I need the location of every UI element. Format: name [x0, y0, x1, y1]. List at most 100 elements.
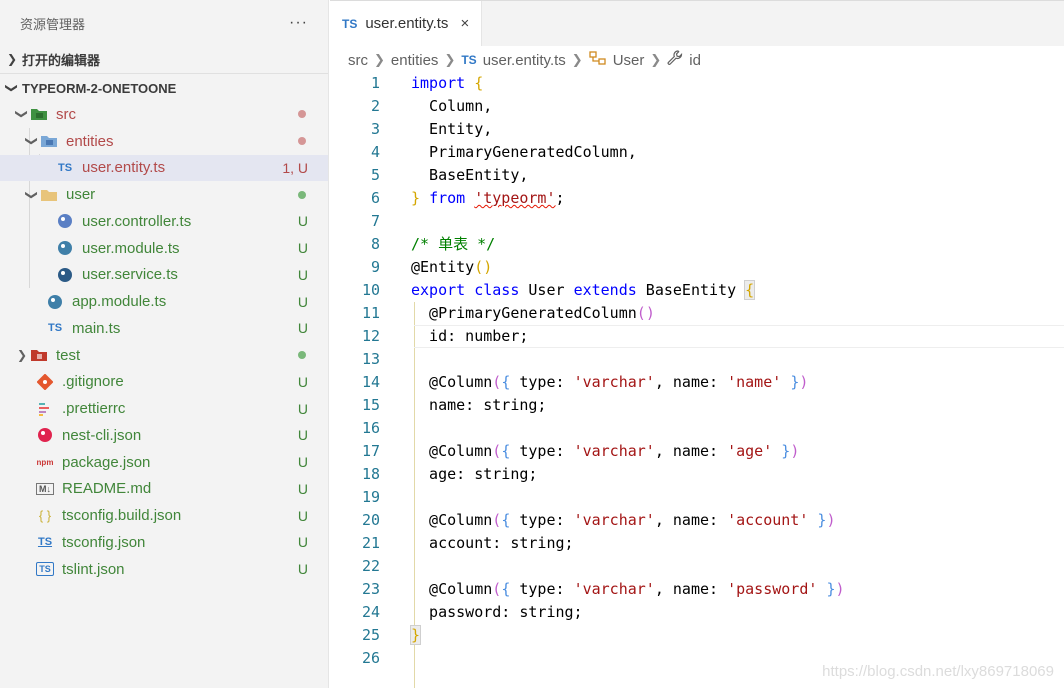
- more-actions-icon[interactable]: ···: [289, 14, 308, 32]
- tree-file-tslint[interactable]: TS tslint.json U: [0, 556, 328, 583]
- watermark: https://blog.csdn.net/lxy869718069: [822, 663, 1054, 680]
- code-line[interactable]: 12 id: number;: [330, 325, 1064, 348]
- tree-folder-user[interactable]: ❯ user: [0, 181, 328, 208]
- breadcrumb-entities[interactable]: entities: [391, 52, 439, 69]
- npm-icon: npm: [36, 457, 54, 467]
- line-number: 1: [370, 74, 380, 92]
- code-line[interactable]: 22: [330, 555, 1064, 578]
- tree-file-tsconfig-build[interactable]: { } tsconfig.build.json U: [0, 502, 328, 529]
- line-number: 13: [361, 350, 380, 368]
- breadcrumb-property[interactable]: id: [689, 52, 701, 69]
- open-editors-section[interactable]: ❯ 打开的编辑器: [0, 46, 328, 72]
- line-number: 14: [361, 373, 380, 391]
- tree-item-label: user: [66, 186, 96, 204]
- tree-file-gitignore[interactable]: .gitignore U: [0, 369, 328, 396]
- code-line[interactable]: 13: [330, 348, 1064, 371]
- tree-folder-test[interactable]: ❯ test: [0, 342, 328, 369]
- chevron-down-icon: ❯: [5, 82, 19, 94]
- status-dot: [298, 137, 306, 146]
- typescript-icon: TS: [47, 322, 63, 335]
- tree-item-label: src: [56, 105, 76, 123]
- file-tree: ❯ src ❯ entities TS user.entity.ts 1, U …: [0, 101, 328, 583]
- git-icon: [36, 373, 54, 391]
- chevron-down-icon: ❯: [25, 136, 39, 147]
- code-line[interactable]: 20 @Column({ type: 'varchar', name: 'acc…: [330, 509, 1064, 532]
- code-line[interactable]: 24 password: string;: [330, 601, 1064, 624]
- code-line[interactable]: 14 @Column({ type: 'varchar', name: 'nam…: [330, 371, 1064, 394]
- code-line[interactable]: 8 /* 单表 */: [330, 233, 1064, 256]
- tree-file-package-json[interactable]: npm package.json U: [0, 449, 328, 476]
- chevron-down-icon: ❯: [15, 109, 29, 120]
- status-badge: U: [297, 480, 308, 497]
- breadcrumb-src[interactable]: src: [348, 52, 368, 69]
- status-badge: U: [297, 561, 308, 578]
- line-number: 19: [361, 488, 380, 506]
- tree-file-user-entity[interactable]: TS user.entity.ts 1, U: [0, 154, 328, 182]
- code-line[interactable]: 10 export class User extends BaseEntity {: [330, 279, 1064, 302]
- code-text: /* 单表 */: [411, 235, 496, 253]
- tree-item-label: user.entity.ts: [82, 159, 166, 177]
- editor-area: TS user.entity.ts × src ❯ entities ❯ TS …: [330, 0, 1064, 688]
- breadcrumb-class[interactable]: User: [613, 52, 645, 69]
- status-dot: [298, 351, 306, 360]
- code-line[interactable]: 15 name: string;: [330, 394, 1064, 417]
- code-text: age: string;: [411, 465, 538, 483]
- line-number: 11: [361, 304, 380, 322]
- code-editor[interactable]: 1 import {2 Column, 3 Entity, 4 PrimaryGene…: [330, 72, 1064, 688]
- nest-service-icon: [56, 266, 74, 284]
- code-line[interactable]: 18 age: string;: [330, 463, 1064, 486]
- code-line[interactable]: 19: [330, 486, 1064, 509]
- code-line[interactable]: 23 @Column({ type: 'varchar', name: 'pas…: [330, 578, 1064, 601]
- code-line[interactable]: 3 Entity,: [330, 118, 1064, 141]
- code-line[interactable]: 9 @Entity(): [330, 256, 1064, 279]
- tree-file-user-service[interactable]: user.service.ts U: [0, 262, 328, 289]
- code-text: @Column({ type: 'varchar', name: 'age' }…: [411, 442, 800, 460]
- code-line[interactable]: 7: [330, 210, 1064, 233]
- chevron-right-icon: ❯: [650, 52, 662, 67]
- folder-test-icon: [30, 346, 48, 364]
- code-line[interactable]: 11 @PrimaryGeneratedColumn(): [330, 302, 1064, 325]
- code-text: password: string;: [411, 603, 583, 621]
- code-text: export class User extends BaseEntity {: [411, 280, 756, 300]
- tab-user-entity[interactable]: TS user.entity.ts ×: [330, 1, 483, 46]
- code-line[interactable]: 21 account: string;: [330, 532, 1064, 555]
- tsconfig-icon: TS: [37, 536, 53, 549]
- line-number: 15: [361, 396, 380, 414]
- status-badge: U: [297, 293, 308, 310]
- line-number: 3: [370, 120, 380, 138]
- tree-file-user-controller[interactable]: user.controller.ts U: [0, 208, 328, 235]
- code-line[interactable]: 25}: [330, 624, 1064, 647]
- code-line[interactable]: 17 @Column({ type: 'varchar', name: 'age…: [330, 440, 1064, 463]
- project-section[interactable]: ❯ TYPEORM-2-ONETOONE: [0, 75, 328, 101]
- line-number: 18: [361, 465, 380, 483]
- code-line[interactable]: 6} from 'typeorm';: [330, 187, 1064, 210]
- tree-file-main[interactable]: TS main.ts U: [0, 315, 328, 342]
- code-line[interactable]: 4 PrimaryGeneratedColumn,: [330, 141, 1064, 164]
- explorer-header: 资源管理器 ···: [0, 0, 328, 46]
- code-text: id: number;: [411, 327, 529, 345]
- tree-file-prettierrc[interactable]: .prettierrc U: [0, 395, 328, 422]
- code-text: @Column({ type: 'varchar', name: 'name' …: [411, 373, 809, 391]
- code-line[interactable]: 16: [330, 417, 1064, 440]
- line-number: 26: [361, 649, 380, 667]
- tslint-icon: TS: [36, 562, 54, 577]
- code-line[interactable]: 1 import {: [330, 72, 1064, 95]
- tree-file-readme[interactable]: M↓ README.md U: [0, 476, 328, 503]
- tree-file-tsconfig[interactable]: TS tsconfig.json U: [0, 529, 328, 556]
- code-line[interactable]: 2 Column,: [330, 95, 1064, 118]
- typescript-icon: TS: [461, 53, 477, 67]
- line-number: 12: [361, 327, 380, 345]
- close-icon[interactable]: ×: [460, 15, 469, 32]
- code-line[interactable]: 5 BaseEntity,: [330, 164, 1064, 187]
- tree-file-nest-cli[interactable]: nest-cli.json U: [0, 422, 328, 449]
- chevron-right-icon: ❯: [571, 52, 583, 67]
- code-text: name: string;: [411, 396, 547, 414]
- code-text: @Entity(): [411, 258, 493, 276]
- tree-folder-entities[interactable]: ❯ entities: [0, 128, 328, 155]
- tree-file-app-module[interactable]: app.module.ts U: [0, 288, 328, 315]
- code-text: @Column({ type: 'varchar', name: 'accoun…: [411, 511, 836, 529]
- tree-file-user-module[interactable]: user.module.ts U: [0, 235, 328, 262]
- tree-folder-src[interactable]: ❯ src: [0, 101, 328, 128]
- code-text: } from 'typeorm';: [411, 189, 565, 207]
- breadcrumb-file[interactable]: user.entity.ts: [483, 52, 566, 69]
